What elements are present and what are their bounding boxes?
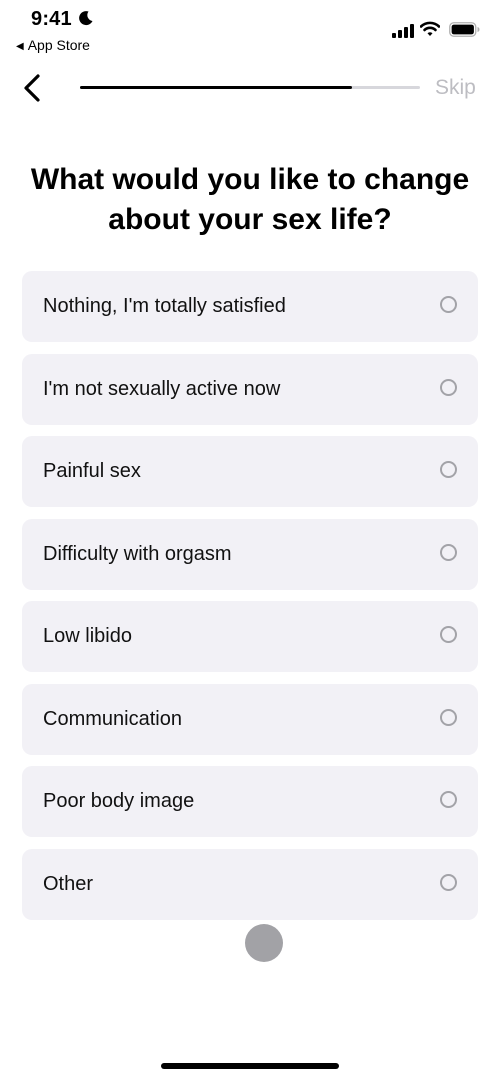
option-nothing[interactable]: Nothing, I'm totally satisfied: [22, 271, 478, 342]
option-label: Nothing, I'm totally satisfied: [43, 295, 286, 317]
radio-unchecked-icon[interactable]: [440, 708, 457, 726]
radio-unchecked-icon[interactable]: [440, 461, 457, 478]
option-body-image[interactable]: Poor body image: [22, 766, 478, 837]
option-other[interactable]: Other: [22, 848, 478, 920]
option-label: Low libido: [43, 625, 132, 647]
cellular-signal-icon: [392, 24, 414, 38]
status-time: 9:41: [31, 8, 72, 30]
back-to-app-store[interactable]: ◀ App Store: [16, 37, 90, 53]
radio-unchecked-icon[interactable]: [440, 873, 457, 891]
option-label: I'm not sexually active now: [43, 377, 281, 400]
option-communication[interactable]: Communication: [22, 683, 478, 755]
question-title: What would you like to change about your…: [30, 163, 470, 236]
status-bar: 9:41 ◀ App Store: [0, 0, 500, 60]
moon-icon: [79, 11, 93, 26]
option-label: Poor body image: [43, 790, 195, 812]
wifi-icon: [420, 21, 440, 36]
option-label: Difficulty with orgasm: [43, 542, 232, 565]
option-orgasm-difficulty[interactable]: Difficulty with orgasm: [22, 518, 478, 590]
radio-unchecked-icon[interactable]: [440, 791, 457, 808]
options-list: Nothing, I'm totally satisfied I'm not s…: [22, 271, 478, 931]
option-low-libido[interactable]: Low libido: [22, 601, 478, 672]
progress-fill: [80, 86, 352, 89]
touch-indicator: [245, 924, 283, 962]
home-indicator[interactable]: [161, 1063, 339, 1069]
option-not-active[interactable]: I'm not sexually active now: [22, 353, 478, 425]
battery-icon: [449, 22, 480, 37]
back-triangle-icon: ◀: [16, 41, 24, 52]
back-button[interactable]: [18, 72, 48, 104]
back-app-label: App Store: [27, 37, 90, 53]
option-label: Other: [43, 872, 94, 895]
radio-unchecked-icon[interactable]: [440, 626, 457, 643]
option-label: Communication: [43, 707, 182, 730]
radio-unchecked-icon[interactable]: [440, 378, 457, 396]
nav-bar: Skip: [0, 60, 500, 116]
radio-unchecked-icon[interactable]: [440, 543, 457, 561]
progress-bar: [80, 86, 420, 89]
skip-button[interactable]: Skip: [435, 76, 476, 100]
radio-unchecked-icon[interactable]: [440, 296, 457, 313]
option-label: Painful sex: [43, 460, 141, 482]
option-painful-sex[interactable]: Painful sex: [22, 436, 478, 507]
